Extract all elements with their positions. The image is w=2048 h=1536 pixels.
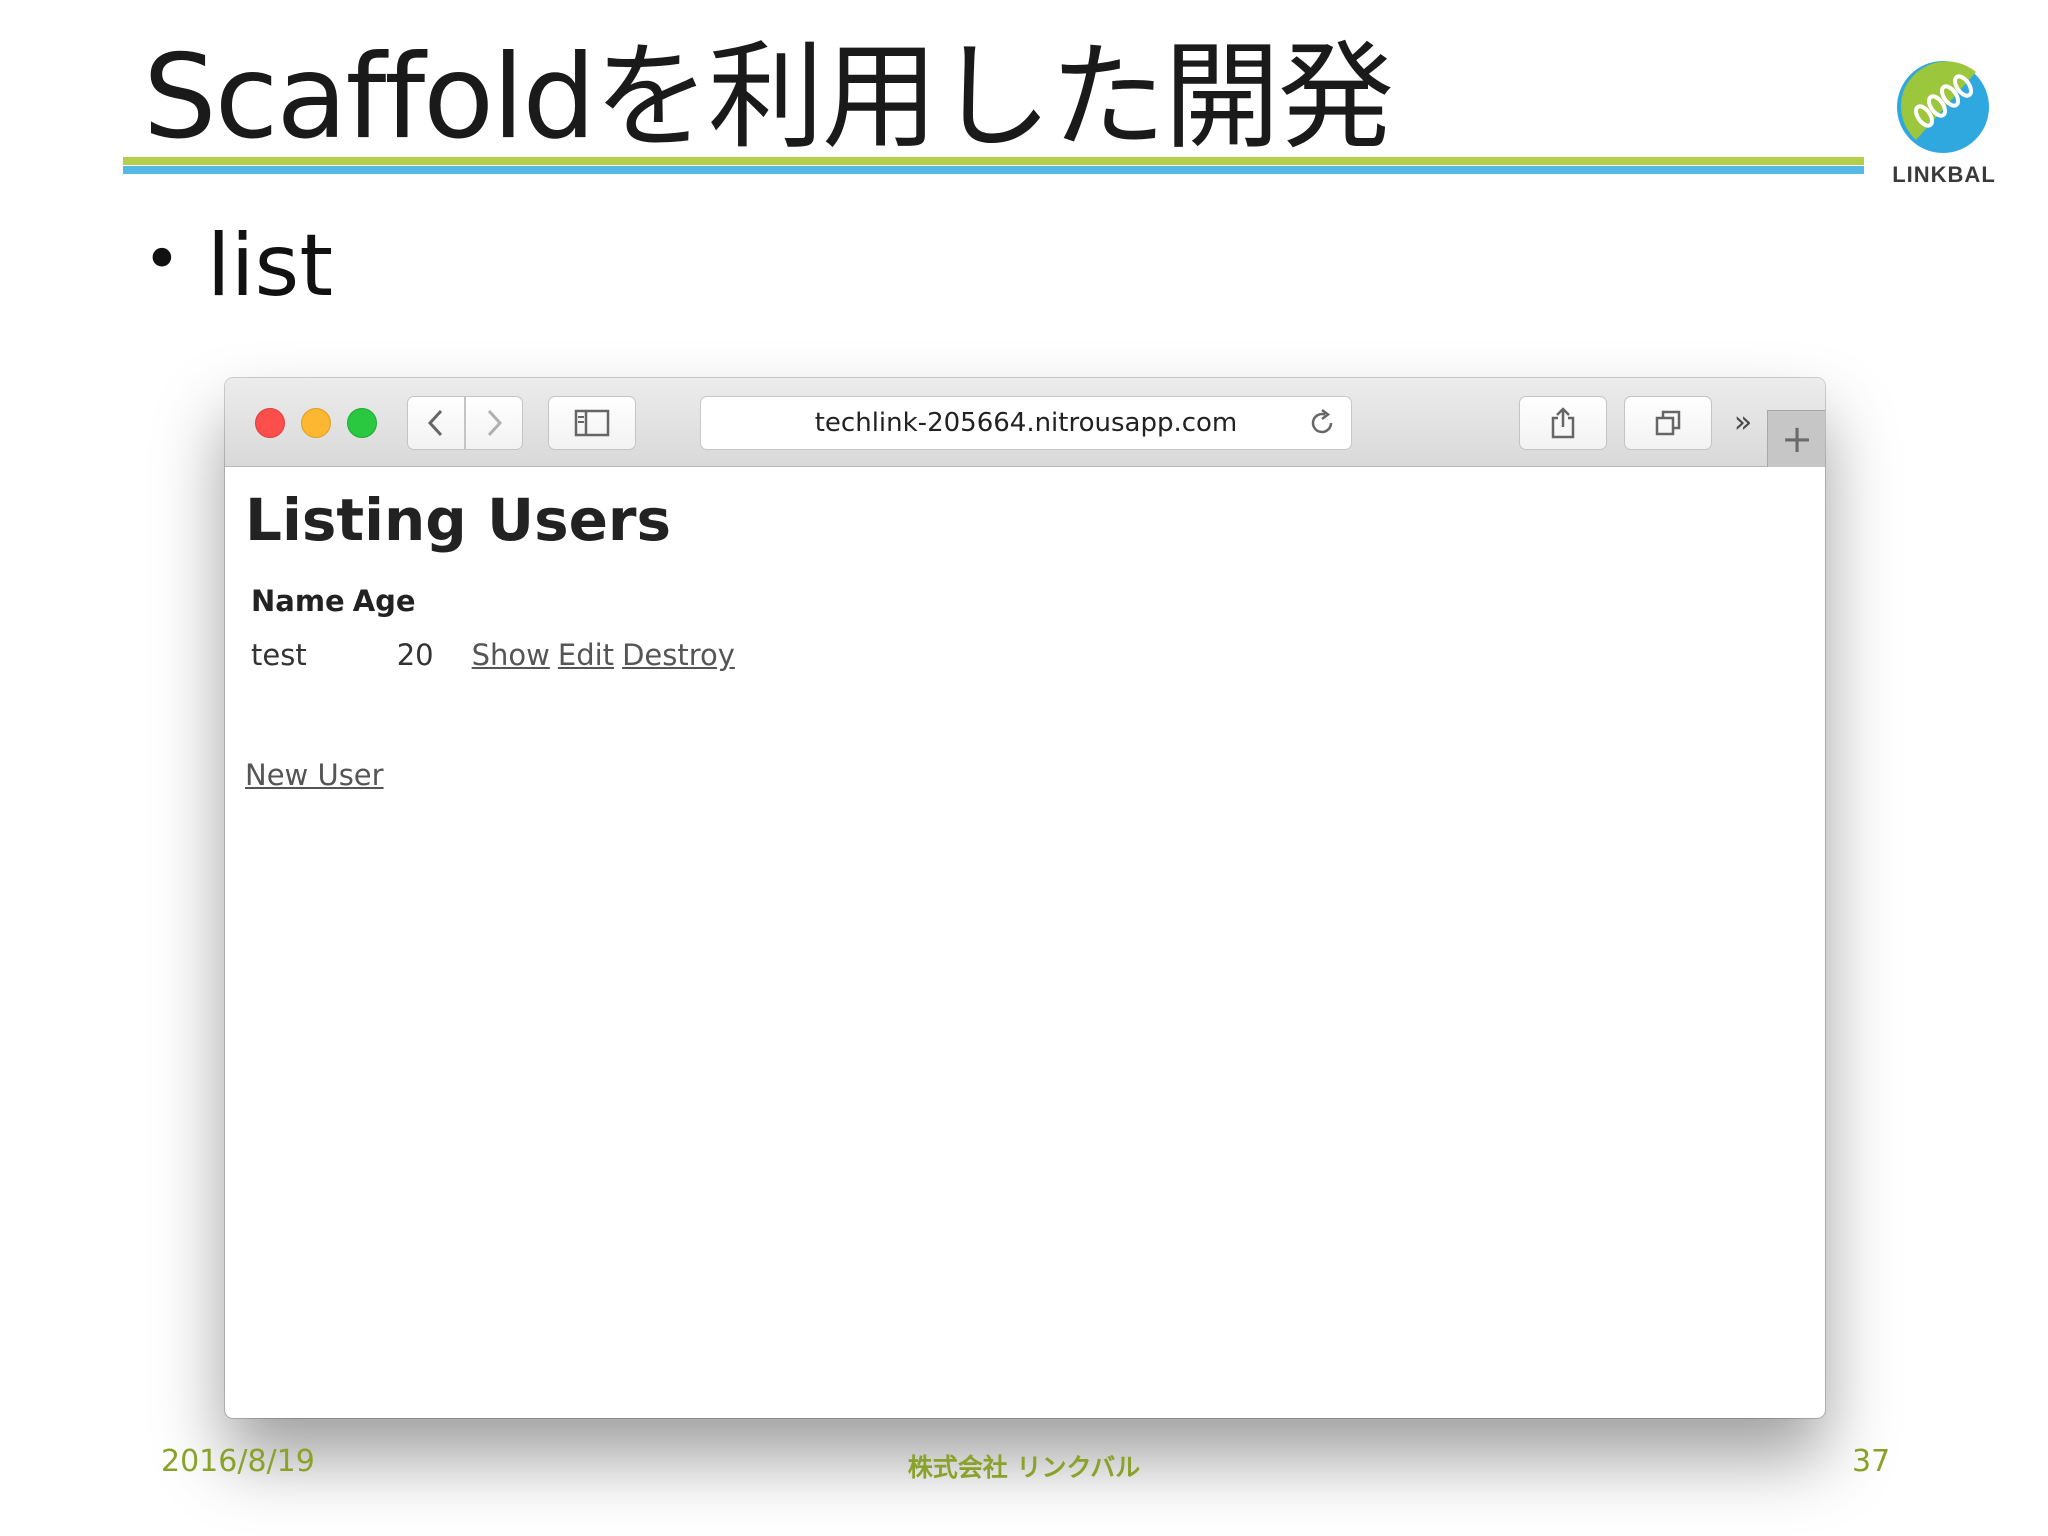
title-rule-green	[123, 157, 1864, 165]
title-rule-blue	[123, 166, 1864, 174]
column-header-age: Age	[352, 584, 416, 618]
page-content: Listing Users Name Age test 20 Show Edit D…	[245, 486, 735, 792]
edit-link[interactable]: Edit	[558, 638, 614, 672]
page-heading: Listing Users	[245, 486, 672, 554]
bullet-item: • list	[143, 210, 333, 316]
reload-icon[interactable]	[1307, 408, 1337, 438]
slide-title: Scaffoldを利用した開発	[143, 30, 1394, 165]
browser-window: techlink-205664.nitrousapp.com » + Listi…	[225, 378, 1825, 1418]
chevron-left-icon	[427, 409, 443, 437]
url-text[interactable]: techlink-205664.nitrousapp.com	[701, 397, 1351, 449]
cell-name: test	[251, 638, 307, 672]
forward-button[interactable]	[465, 396, 523, 450]
table-header-row: Name Age	[251, 576, 751, 624]
new-tab-button[interactable]: +	[1767, 410, 1825, 467]
sidebar-toggle-button[interactable]	[548, 396, 636, 450]
close-window-button[interactable]	[255, 408, 285, 438]
tabs-icon	[1655, 410, 1681, 436]
share-button[interactable]	[1519, 396, 1607, 450]
footer-page-number: 37	[1852, 1444, 1891, 1479]
more-button[interactable]: »	[1723, 400, 1763, 444]
bullet-dot-icon: •	[143, 223, 181, 297]
cell-age: 20	[396, 638, 434, 672]
minimize-window-button[interactable]	[301, 408, 331, 438]
address-bar[interactable]: techlink-205664.nitrousapp.com	[700, 396, 1352, 450]
destroy-link[interactable]: Destroy	[622, 638, 735, 672]
users-table: Name Age test 20 Show Edit Destroy	[251, 576, 751, 678]
table-row: test 20 Show Edit Destroy	[251, 624, 751, 678]
show-link[interactable]: Show	[472, 638, 550, 672]
column-header-name: Name	[251, 584, 345, 618]
chevron-right-icon	[487, 409, 503, 437]
footer-company: 株式会社 リンクバル	[907, 1453, 1141, 1482]
zoom-window-button[interactable]	[347, 408, 377, 438]
share-icon	[1551, 407, 1575, 439]
column-header-actions	[472, 576, 751, 624]
show-tabs-button[interactable]	[1624, 396, 1712, 450]
sidebar-icon	[574, 409, 610, 437]
linkbal-logo: LINKBAL	[1874, 54, 2014, 194]
linkbal-logo-icon	[1897, 61, 1989, 153]
bullet-text: list	[206, 216, 334, 316]
back-button[interactable]	[407, 396, 465, 450]
cell-actions: Show Edit Destroy	[472, 624, 751, 678]
new-user-link[interactable]: New User	[245, 758, 384, 792]
browser-toolbar: techlink-205664.nitrousapp.com » +	[225, 378, 1825, 467]
logo-text: LINKBAL	[1892, 162, 1996, 187]
